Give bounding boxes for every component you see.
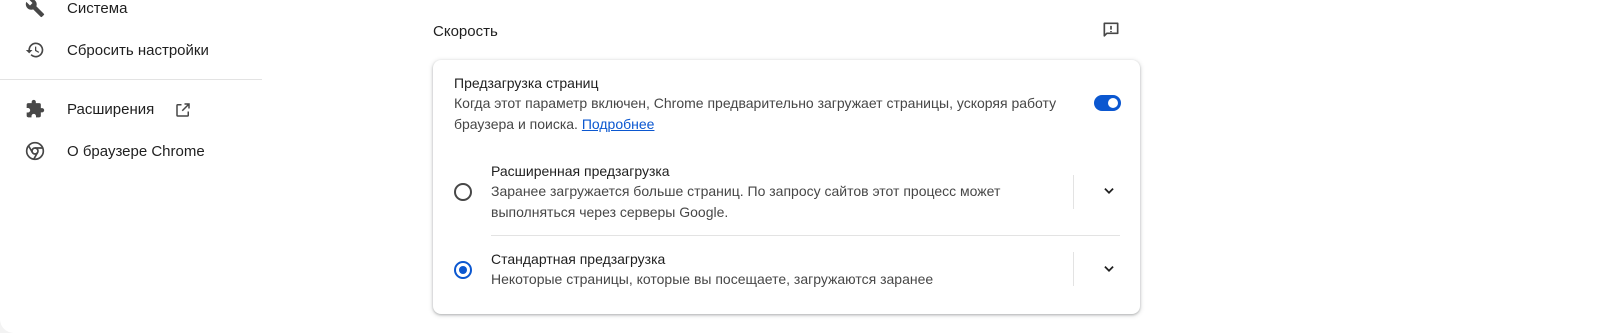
preload-description: Когда этот параметр включен, Chrome пред… [454,95,1057,132]
toggle-knob [1108,98,1118,108]
preload-title: Предзагрузка страниц [454,75,599,91]
reset-history-icon [25,40,45,60]
preload-toggle[interactable] [1094,95,1121,111]
sidebar-item-reset[interactable]: Сбросить настройки [0,33,262,67]
option-extended-title: Расширенная предзагрузка [491,163,670,179]
preload-card: Предзагрузка страниц Когда этот параметр… [433,60,1140,314]
radio-standard-preload[interactable] [454,261,472,279]
option-extended-description: Заранее загружается больше страниц. По з… [491,183,1001,220]
separator [1073,252,1074,286]
expand-standard-button[interactable] [1099,259,1119,279]
sidebar-item-label: О браузере Chrome [67,142,205,160]
sidebar-item-label: Сбросить настройки [67,41,209,59]
section-title: Скорость [433,23,498,40]
learn-more-link[interactable]: Подробнее [582,116,655,132]
option-divider [491,235,1120,236]
sidebar-item-about-chrome[interactable]: О браузере Chrome [0,134,262,168]
chrome-icon [25,141,45,161]
puzzle-icon [25,99,45,119]
external-link-icon[interactable] [174,101,192,119]
sidebar-item-label: Система [67,0,128,17]
radio-extended-preload[interactable] [454,183,472,201]
chevron-down-icon [1104,188,1114,194]
wrench-icon [25,0,45,18]
sidebar-item-label: Расширения [67,100,155,118]
option-standard-title: Стандартная предзагрузка [491,251,666,267]
sidebar-item-extensions[interactable]: Расширения [0,92,262,126]
feedback-icon[interactable] [1101,20,1121,40]
separator [1073,175,1074,209]
expand-extended-button[interactable] [1099,181,1119,201]
sidebar-divider [0,79,262,80]
chevron-down-icon [1104,266,1114,272]
sidebar-item-system[interactable]: Система [0,0,262,25]
settings-window: Система Сбросить настройки Расширения О … [0,0,1600,333]
option-standard-description: Некоторые страницы, которые вы посещаете… [491,271,934,287]
